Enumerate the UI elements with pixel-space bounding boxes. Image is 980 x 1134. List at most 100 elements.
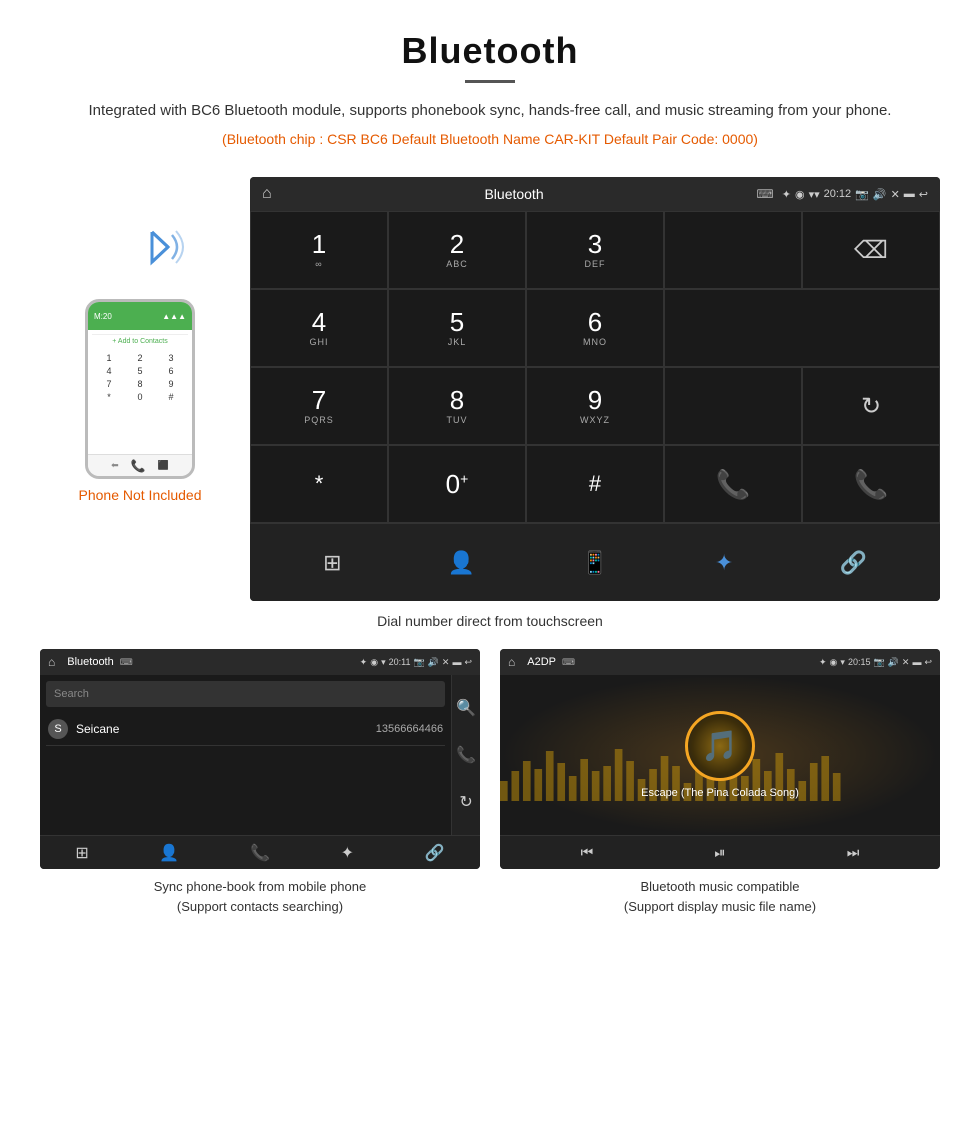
dial-key-6[interactable]: 6MNO [526,289,664,367]
music-wifi-icon: ▾ [840,657,845,668]
main-section: M:20 ▲▲▲ + Add to Contacts 1 2 3 4 5 6 7… [0,177,980,601]
bluetooth-icon: ✦ [782,188,791,201]
contacts-caption-text: Sync phone-book from mobile phone (Suppo… [154,879,366,914]
status-icons: ✦ ◉ ▾▾ 20:12 📷 🔊 ✕ ▬ ↩ [782,188,928,201]
hangup-button[interactable]: 📞 [802,445,940,523]
dial-key-0[interactable]: 0+ [388,445,526,523]
time-display: 20:12 [824,188,852,200]
contacts-grid-icon[interactable]: ⊞ [75,843,88,863]
contacts-refresh-icon[interactable]: ↻ [459,792,472,812]
dialpad-grid-icon[interactable]: ⊞ [323,550,341,576]
contacts-link-icon[interactable]: 🔗 [425,843,445,863]
music-song-title: Escape (The Pina Colada Song) [641,787,799,799]
title-divider [465,80,515,83]
camera-icon: 📷 [855,188,869,201]
music-cam-icon: 📷 [873,657,884,668]
call-button[interactable]: 📞 [664,445,802,523]
music-screen: ⌂ A2DP ⌨ ✦ ◉ ▾ 20:15 📷 🔊 ✕ ▬ ↩ [500,649,940,869]
contacts-search-icon[interactable]: 🔍 [456,698,476,718]
backspace-button[interactable]: ⌫ [802,211,940,289]
contacts-bt-icon: ✦ [360,657,368,668]
dialpad-screen: ⌂ Bluetooth ⌨ ✦ ◉ ▾▾ 20:12 📷 🔊 ✕ ▬ ↩ [250,177,940,601]
contacts-bt-bottom-icon[interactable]: ✦ [341,843,354,863]
dial-key-star[interactable]: * [250,445,388,523]
music-loc-icon: ◉ [830,657,838,668]
phone-screen-bar: M:20 ▲▲▲ [88,302,192,330]
dial-key-2[interactable]: 2ABC [388,211,526,289]
dial-key-9[interactable]: 9WXYZ [526,367,664,445]
phone-container: M:20 ▲▲▲ + Add to Contacts 1 2 3 4 5 6 7… [40,177,240,503]
back-icon[interactable]: ↩ [919,188,928,201]
dial-key-1[interactable]: 1∞ [250,211,388,289]
music-status-icons: ✦ ◉ ▾ 20:15 📷 🔊 ✕ ▬ ↩ [819,657,932,668]
music-screen-title: A2DP [527,656,556,668]
prev-track-button[interactable]: ⏮ [581,844,594,861]
dialpad-contacts-icon[interactable]: 👤 [448,550,475,576]
contacts-call-icon[interactable]: 📞 [456,745,476,765]
contact-number: 13566664466 [376,723,443,735]
contacts-right-icons: 🔍 📞 ↻ [451,675,480,835]
contacts-bottom-bar: ⊞ 👤 📞 ✦ 🔗 [40,835,480,869]
home-icon[interactable]: ⌂ [262,185,272,203]
music-bt-icon: ✦ [819,657,827,668]
music-usb-icon: ⌨ [562,657,575,668]
volume-icon: 🔊 [873,188,887,201]
contacts-status-icons: ✦ ◉ ▾ 20:11 📷 🔊 ✕ ▬ ↩ [360,657,472,668]
phone-not-included-label: Phone Not Included [79,487,202,503]
dial-key-7[interactable]: 7PQRS [250,367,388,445]
bottom-section: ⌂ Bluetooth ⌨ ✦ ◉ ▾ 20:11 📷 🔊 ✕ ▬ ↩ [0,649,980,916]
dial-key-8[interactable]: 8TUV [388,367,526,445]
bluetooth-waves-icon [130,217,190,289]
wifi-icon: ▾▾ [809,188,820,201]
music-album-art: 🎵 [685,711,755,781]
phone-key: 4 [94,365,124,377]
dial-key-hash[interactable]: # [526,445,664,523]
music-caption: Bluetooth music compatible (Support disp… [500,877,940,916]
phone-key: 5 [125,365,155,377]
contacts-usb-icon: ⌨ [120,657,133,668]
phone-key: 2 [125,352,155,364]
contacts-search-bar[interactable]: Search [46,681,445,707]
music-panel: ⌂ A2DP ⌨ ✦ ◉ ▾ 20:15 📷 🔊 ✕ ▬ ↩ [500,649,940,916]
refresh-button[interactable]: ↻ [802,367,940,445]
dialpad-screen-title: Bluetooth [280,186,749,202]
contacts-left-panel: Search S Seicane 13566664466 [40,675,451,835]
music-close-icon[interactable]: ✕ [902,657,910,668]
contacts-close-icon[interactable]: ✕ [442,657,450,668]
page-header: Bluetooth Integrated with BC6 Bluetooth … [0,0,980,177]
contacts-win-icon[interactable]: ▬ [452,657,461,667]
contacts-statusbar: ⌂ Bluetooth ⌨ ✦ ◉ ▾ 20:11 📷 🔊 ✕ ▬ ↩ [40,649,480,675]
dialpad-statusbar: ⌂ Bluetooth ⌨ ✦ ◉ ▾▾ 20:12 📷 🔊 ✕ ▬ ↩ [250,177,940,211]
contacts-person-icon[interactable]: 👤 [159,843,179,863]
play-pause-button[interactable]: ⏯ [714,844,725,861]
music-caption-text: Bluetooth music compatible (Support disp… [624,879,816,914]
contacts-list: S Seicane 13566664466 [46,713,445,746]
music-statusbar: ⌂ A2DP ⌨ ✦ ◉ ▾ 20:15 📷 🔊 ✕ ▬ ↩ [500,649,940,675]
contact-item[interactable]: S Seicane 13566664466 [46,713,445,746]
phone-key: 3 [156,352,186,364]
contacts-back-icon[interactable]: ↩ [464,657,472,668]
page-title: Bluetooth [60,30,920,72]
phone-dialpad: 1 2 3 4 5 6 7 8 9 * 0 # [92,348,188,407]
dialpad-bottom-row: ⊞ 👤 📱 ✦ 🔗 [250,523,940,601]
music-home-icon[interactable]: ⌂ [508,655,515,669]
dialpad-phone-icon[interactable]: 📱 [581,550,608,576]
close-icon[interactable]: ✕ [891,188,900,201]
music-back-icon[interactable]: ↩ [924,657,932,668]
dialpad-link-icon[interactable]: 🔗 [839,550,866,576]
contacts-loc-icon: ◉ [370,657,378,668]
music-vol-icon: 🔊 [888,657,899,668]
next-track-button[interactable]: ⏭ [847,844,860,861]
page-specs: (Bluetooth chip : CSR BC6 Default Blueto… [60,131,920,147]
dial-key-4[interactable]: 4GHI [250,289,388,367]
contacts-caption: Sync phone-book from mobile phone (Suppo… [40,877,480,916]
phone-key: 8 [125,378,155,390]
contacts-phone-icon[interactable]: 📞 [250,843,270,863]
contacts-wifi-icon: ▾ [381,657,386,668]
window-icon[interactable]: ▬ [904,188,915,200]
music-win-icon[interactable]: ▬ [912,657,921,667]
contacts-home-icon[interactable]: ⌂ [48,655,55,669]
dialpad-bluetooth-icon[interactable]: ✦ [715,550,733,576]
dial-key-5[interactable]: 5JKL [388,289,526,367]
dial-key-3[interactable]: 3DEF [526,211,664,289]
